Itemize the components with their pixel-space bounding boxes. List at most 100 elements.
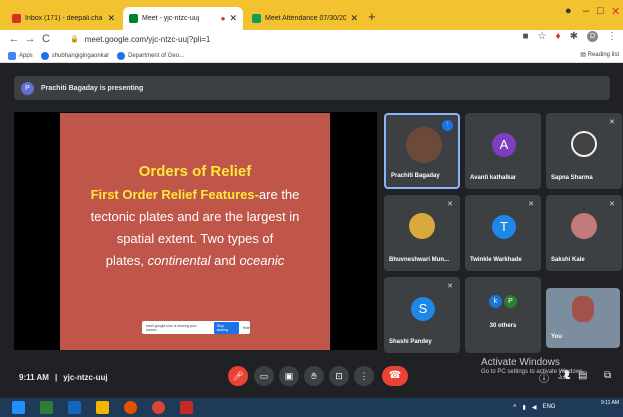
url-field[interactable]: 🔒 meet.google.com/yjc-ntzc-uuj?pli=1 bbox=[70, 32, 210, 46]
tab-meet[interactable]: Meet - yjc-ntzc-uuj ● ✕ bbox=[123, 7, 243, 30]
browser-chrome: Inbox (171) - deepali.chahande@ ✕ Meet -… bbox=[0, 0, 623, 63]
participant-name: Sapna Sharma bbox=[551, 175, 593, 181]
camera-indicator-icon[interactable]: ■ bbox=[522, 31, 528, 42]
menu-icon[interactable]: ⋮ bbox=[607, 31, 617, 42]
close-tab-icon[interactable]: ✕ bbox=[107, 13, 115, 24]
forward-icon[interactable]: → bbox=[22, 33, 38, 45]
drive-icon bbox=[117, 51, 126, 60]
media-player-icon[interactable] bbox=[124, 401, 137, 414]
participant-avatar: k bbox=[489, 295, 502, 308]
bookmark-label: Apps bbox=[19, 52, 33, 59]
bookmark-shubhangi[interactable]: shubhangigingaonkar bbox=[40, 51, 109, 60]
slide-line-4: plates, continental and oceanic bbox=[60, 253, 330, 268]
profile-avatar[interactable]: D bbox=[587, 31, 598, 42]
participant-avatar: A bbox=[492, 133, 516, 157]
apps-icon bbox=[8, 51, 16, 60]
tab-title: Meet - yjc-ntzc-uuj bbox=[142, 15, 200, 22]
mic-off-icon: ✕ bbox=[609, 201, 615, 208]
language-indicator[interactable]: ENG bbox=[542, 404, 555, 411]
url-text: meet.google.com/yjc-ntzc-uuj?pli=1 bbox=[84, 34, 211, 44]
participant-avatar: T bbox=[492, 215, 516, 239]
participant-tile[interactable]: ⫶ Prachiti Bagaday bbox=[384, 113, 460, 189]
leave-call-button[interactable]: ☎︎ bbox=[382, 366, 408, 386]
participant-avatar: S bbox=[411, 297, 435, 321]
extensions-puzzle-icon[interactable]: ✱ bbox=[570, 31, 578, 42]
tab-title: Inbox (171) - deepali.chahande@ bbox=[25, 15, 103, 22]
new-tab-button[interactable]: + bbox=[368, 9, 376, 24]
raise-hand-button[interactable]: ✋︎ bbox=[304, 366, 324, 386]
captions-button[interactable]: ▣ bbox=[279, 366, 299, 386]
people-icon[interactable]: 👥︎ bbox=[558, 370, 571, 381]
mic-off-icon: 🎤︎ bbox=[232, 371, 244, 381]
edge-icon[interactable] bbox=[68, 401, 81, 414]
participant-tile[interactable]: ✕ Sapna Sharma bbox=[546, 113, 622, 189]
participant-tile[interactable]: ✕ Bhuvneshwari Mun... bbox=[384, 195, 460, 271]
info-icon[interactable]: ⓘ bbox=[539, 370, 549, 385]
chevron-up-icon[interactable]: ˄ bbox=[513, 404, 517, 411]
participant-tile[interactable]: ✕ T Twinkle Warkhade bbox=[465, 195, 541, 271]
share-notice-text: meet.google.com is sharing your screen. bbox=[146, 323, 197, 332]
participant-photo bbox=[409, 213, 435, 239]
powerpoint-icon[interactable] bbox=[180, 401, 193, 414]
stop-sharing-button[interactable]: Stop sharing bbox=[213, 321, 239, 334]
participant-name: Avanti kathalkar bbox=[470, 175, 517, 181]
tab-attendance[interactable]: Meet Attendance 07/30/2021 - ✕ bbox=[246, 7, 364, 30]
separator: | bbox=[54, 373, 58, 382]
participant-name: Twinkle Warkhade bbox=[470, 257, 522, 263]
network-icon[interactable]: ▮ bbox=[523, 404, 526, 411]
participant-photo bbox=[571, 213, 597, 239]
close-tab-icon[interactable]: ✕ bbox=[229, 13, 237, 24]
more-options-button[interactable]: ⋮ bbox=[354, 366, 374, 386]
back-icon[interactable]: ← bbox=[6, 33, 22, 45]
gmail-icon bbox=[12, 14, 21, 23]
bookmark-apps[interactable]: Apps bbox=[8, 51, 33, 60]
participant-tile[interactable]: ✕ S Shashi Pandey bbox=[384, 277, 460, 353]
participant-tile[interactable]: ✕ Sakshi Kale bbox=[546, 195, 622, 271]
file-explorer-icon[interactable] bbox=[96, 401, 109, 414]
present-button[interactable]: ⊡ bbox=[329, 366, 349, 386]
bookmark-department[interactable]: Department of Geo... bbox=[117, 51, 184, 60]
participant-avatar: P bbox=[504, 295, 517, 308]
camera-toggle-button[interactable]: ▭ bbox=[254, 366, 274, 386]
slide-text-italic: oceanic bbox=[239, 253, 285, 268]
tab-inbox[interactable]: Inbox (171) - deepali.chahande@ ✕ bbox=[6, 7, 121, 30]
drive-icon bbox=[40, 51, 49, 60]
lock-icon: 🔒 bbox=[70, 36, 79, 43]
more-vertical-icon: ⋮ bbox=[359, 371, 369, 381]
meeting-code: yjc-ntzc-uuj bbox=[63, 373, 108, 382]
bookmark-star-icon[interactable]: ☆ bbox=[538, 31, 547, 42]
clock-time: 9:11 AM bbox=[601, 400, 619, 406]
captions-icon: ▣ bbox=[284, 371, 294, 381]
minimize-button[interactable]: – bbox=[583, 5, 589, 17]
profile-dot-icon[interactable]: ● bbox=[565, 5, 572, 17]
close-tab-icon[interactable]: ✕ bbox=[350, 13, 358, 24]
reading-list-button[interactable]: ▤ Reading list bbox=[580, 51, 619, 58]
presenter-avatar: P bbox=[21, 81, 34, 95]
taskbar-clock[interactable]: 9:11 AM bbox=[601, 400, 619, 407]
volume-icon[interactable]: ◀ bbox=[532, 404, 537, 411]
maximize-button[interactable]: □ bbox=[597, 5, 604, 17]
windows-start-icon[interactable] bbox=[12, 401, 25, 414]
mic-toggle-button[interactable]: 🎤︎ bbox=[228, 366, 248, 386]
hide-button[interactable]: Hide bbox=[243, 326, 250, 330]
extension-icon[interactable]: ♦ bbox=[556, 31, 561, 42]
close-window-button[interactable]: ✕ bbox=[611, 5, 620, 18]
participant-tile[interactable]: A Avanti kathalkar bbox=[465, 113, 541, 189]
slide-line-2: tectonic plates and are the largest in bbox=[90, 209, 300, 224]
others-tile[interactable]: k P 30 others bbox=[465, 277, 541, 353]
chrome-icon[interactable] bbox=[152, 401, 165, 414]
activities-icon[interactable]: ⧉ bbox=[604, 370, 611, 381]
reload-icon[interactable]: C bbox=[38, 33, 54, 45]
slide-text-italic: continental bbox=[147, 253, 211, 268]
reading-list-icon: ▤ bbox=[580, 52, 588, 58]
slide-line-3: spatial extent. Two types of bbox=[116, 231, 274, 246]
slide-line-1: First Order Relief Features-are the bbox=[60, 187, 330, 202]
mic-off-icon: ✕ bbox=[609, 119, 615, 126]
slide-subtitle-rest: are the bbox=[258, 187, 300, 202]
participant-photo bbox=[406, 127, 442, 163]
participant-name: Bhuvneshwari Mun... bbox=[389, 257, 450, 263]
app-icon[interactable] bbox=[40, 401, 53, 414]
hangup-icon: ☎︎ bbox=[388, 370, 402, 381]
chat-icon[interactable]: ▤ bbox=[578, 370, 587, 381]
self-view-tile[interactable]: You bbox=[546, 288, 620, 348]
